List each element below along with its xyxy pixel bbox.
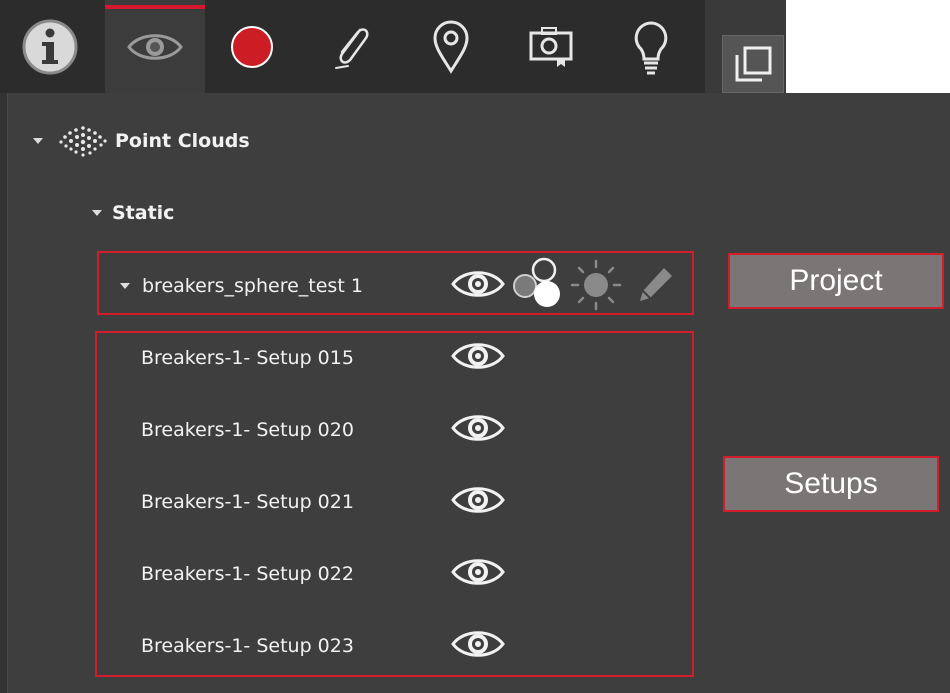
lightbulb-icon [634, 20, 668, 74]
point-cloud-icon [59, 126, 107, 157]
chevron-down-icon[interactable] [33, 138, 43, 144]
setups-callout: Setups [723, 456, 939, 512]
map-pin-icon [433, 20, 469, 74]
tool-info[interactable] [0, 0, 100, 93]
tree-node-label: Static [112, 202, 175, 224]
camera-icon [529, 26, 573, 67]
setups-highlight-box [95, 331, 694, 677]
chevron-down-icon[interactable] [92, 210, 102, 216]
tree-node-label: Point Clouds [115, 130, 250, 152]
toolbar [0, 0, 705, 93]
project-callout: Project [728, 253, 944, 309]
tool-location[interactable] [401, 0, 501, 93]
panel-edge [0, 93, 8, 693]
tool-snapshot[interactable] [501, 0, 601, 93]
tool-ideas[interactable] [601, 0, 701, 93]
app-window: Point Clouds Static breakers_sphere_test… [0, 0, 950, 693]
tree-node-point-clouds[interactable]: Point Clouds [33, 126, 250, 157]
tree-node-static[interactable]: Static [92, 200, 174, 226]
paperclip-icon [335, 27, 369, 69]
project-highlight-box [97, 251, 694, 315]
eye-icon [127, 33, 183, 60]
tool-visibility[interactable] [105, 0, 205, 93]
tool-record[interactable] [202, 0, 302, 93]
info-icon [22, 19, 78, 74]
window-stack-icon [735, 46, 772, 82]
pane-toggle-button[interactable] [722, 35, 784, 93]
tool-attachment[interactable] [302, 0, 402, 93]
annotation-area [786, 93, 950, 693]
record-icon [231, 25, 273, 68]
